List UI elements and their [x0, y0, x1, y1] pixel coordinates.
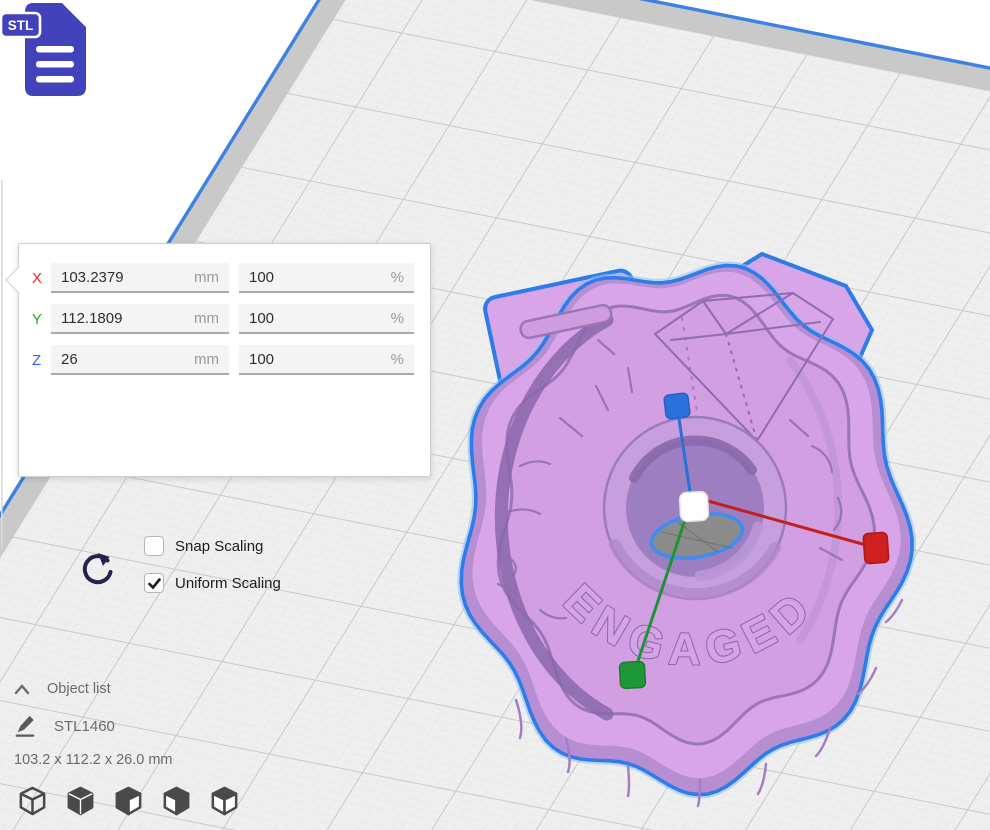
object-list-header[interactable]: Object list	[14, 681, 111, 697]
center-scale-handle[interactable]	[679, 491, 708, 521]
document-lines	[36, 46, 74, 83]
snap-scaling-label: Snap Scaling	[175, 538, 263, 555]
z-scale-handle[interactable]	[664, 393, 691, 420]
x-size-input[interactable]: 103.2379 mm	[51, 263, 229, 293]
z-percent-unit: %	[391, 351, 404, 368]
left-toolbar-edge	[1, 180, 3, 550]
check-icon	[148, 577, 161, 590]
scale-row-z: Z 26 mm 100 %	[32, 345, 414, 375]
view-top-icon[interactable]	[112, 784, 145, 817]
x-percent-input[interactable]: 100 %	[239, 263, 414, 293]
object-list-item[interactable]: STL1460	[14, 714, 115, 738]
z-size-input[interactable]: 26 mm	[51, 345, 229, 375]
caret-up-icon	[14, 683, 30, 695]
z-percent-input[interactable]: 100 %	[239, 345, 414, 375]
view-3d-icon[interactable]	[16, 784, 49, 817]
y-scale-handle[interactable]	[619, 661, 645, 688]
x-percent-unit: %	[391, 269, 404, 286]
object-list-title: Object list	[47, 681, 111, 697]
z-size-unit: mm	[194, 351, 219, 368]
y-size-input[interactable]: 112.1809 mm	[51, 304, 229, 334]
snap-scaling-box[interactable]	[144, 536, 164, 556]
snap-scaling-checkbox[interactable]: Snap Scaling	[144, 536, 263, 556]
z-axis-label: Z	[32, 352, 51, 369]
y-percent-unit: %	[391, 310, 404, 327]
stl-file-icon: STL	[0, 0, 95, 102]
camera-view-toolbar	[16, 784, 241, 817]
object-item-name: STL1460	[54, 718, 115, 735]
stl-badge-label: STL	[8, 18, 34, 33]
scale-row-x: X 103.2379 mm 100 %	[32, 263, 414, 293]
pencil-icon	[14, 714, 36, 738]
view-front-icon[interactable]	[64, 784, 97, 817]
x-size-unit: mm	[194, 269, 219, 286]
reset-rotate-ccw-icon[interactable]	[78, 550, 118, 590]
view-right-icon[interactable]	[208, 784, 241, 817]
scale-tool-panel: X 103.2379 mm 100 % Y 112.1809 mm 100 % …	[18, 243, 431, 477]
view-left-icon[interactable]	[160, 784, 193, 817]
y-size-unit: mm	[194, 310, 219, 327]
x-axis-label: X	[32, 270, 51, 287]
scale-row-y: Y 112.1809 mm 100 %	[32, 304, 414, 334]
y-axis-label: Y	[32, 311, 51, 328]
uniform-scaling-box[interactable]	[144, 573, 164, 593]
uniform-scaling-label: Uniform Scaling	[175, 575, 281, 592]
object-dimensions: 103.2 x 112.2 x 26.0 mm	[14, 752, 173, 768]
uniform-scaling-checkbox[interactable]: Uniform Scaling	[144, 573, 281, 593]
y-percent-input[interactable]: 100 %	[239, 304, 414, 334]
x-scale-handle[interactable]	[863, 532, 889, 564]
